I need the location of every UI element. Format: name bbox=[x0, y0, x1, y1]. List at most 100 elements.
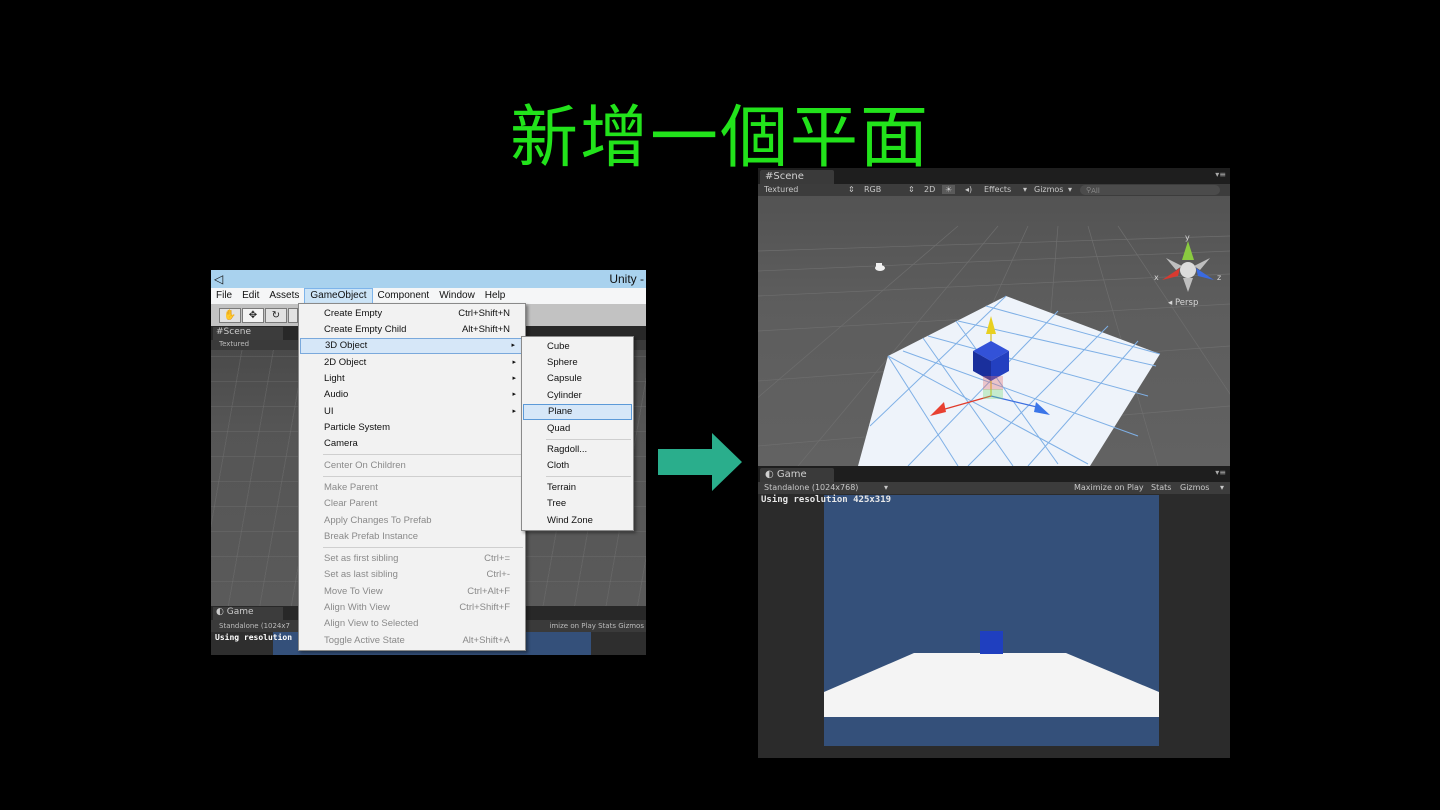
menu-item-label: Align View to Selected bbox=[324, 618, 419, 629]
scene-orientation-gizmo[interactable]: y x z bbox=[1154, 233, 1221, 292]
menu-separator bbox=[323, 476, 523, 477]
2d-toggle[interactable]: 2D bbox=[924, 185, 935, 194]
game-view[interactable]: Using resolution 425x319 bbox=[758, 494, 1230, 758]
scene-tab[interactable]: #Scene bbox=[213, 327, 283, 340]
menu-item-label: Create Empty bbox=[324, 308, 383, 319]
menu-item-audio[interactable]: Audio ▸ bbox=[300, 387, 524, 403]
gizmo-z-label: z bbox=[1217, 273, 1221, 282]
submenu-item-cloth[interactable]: Cloth bbox=[523, 458, 632, 474]
game-aspect-select[interactable]: Standalone (1024x768) bbox=[764, 483, 858, 492]
submenu-item-terrain[interactable]: Terrain bbox=[523, 480, 632, 496]
menu-item-2d-object[interactable]: 2D Object ▸ bbox=[300, 355, 524, 371]
menu-item-make-parent[interactable]: Make Parent bbox=[300, 480, 524, 496]
menu-component[interactable]: Component bbox=[373, 288, 435, 304]
menu-item-label: Toggle Active State bbox=[324, 635, 405, 646]
gizmo-x-label: x bbox=[1154, 273, 1159, 282]
menu-item-set-last-sibling[interactable]: Set as last sibling Ctrl+- bbox=[300, 567, 524, 583]
game-toolbar: Standalone (1024x768) ▾ Maximize on Play… bbox=[758, 482, 1230, 494]
menu-item-label: Particle System bbox=[324, 422, 390, 433]
menu-item-camera[interactable]: Camera bbox=[300, 436, 524, 452]
menu-item-label: Camera bbox=[324, 438, 358, 449]
gizmo-y-label: y bbox=[1185, 233, 1190, 242]
menu-item-light[interactable]: Light ▸ bbox=[300, 371, 524, 387]
scene-tab-row: #Scene ▾≡ bbox=[758, 168, 1230, 184]
menu-window[interactable]: Window bbox=[434, 288, 480, 304]
game-toolbar-right: imize on Play Stats Gizmos bbox=[549, 622, 644, 630]
game-tab[interactable]: ◐ Game bbox=[213, 607, 283, 620]
menu-item-shortcut: Ctrl+Shift+F bbox=[459, 602, 510, 613]
submenu-item-wind-zone[interactable]: Wind Zone bbox=[523, 513, 632, 529]
submenu-item-tree[interactable]: Tree bbox=[523, 496, 632, 512]
submenu-item-capsule[interactable]: Capsule bbox=[523, 371, 632, 387]
rotate-tool-icon[interactable]: ↻ bbox=[265, 308, 287, 323]
projection-label[interactable]: ◂ Persp bbox=[1168, 298, 1198, 308]
effects-dropdown[interactable]: Effects bbox=[984, 185, 1011, 194]
cube-in-game bbox=[980, 631, 1003, 654]
panel-options-icon[interactable]: ▾≡ bbox=[1215, 468, 1226, 477]
projection-label-text: Persp bbox=[1175, 298, 1198, 308]
menu-item-center-on-children[interactable]: Center On Children bbox=[300, 458, 524, 474]
game-tab[interactable]: ◐ Game bbox=[760, 468, 834, 482]
directional-light-icon[interactable] bbox=[875, 263, 885, 271]
unity-editor-menu-screenshot: ◁ Unity - File Edit Assets GameObject Co… bbox=[211, 270, 646, 655]
menu-edit[interactable]: Edit bbox=[237, 288, 264, 304]
game-aspect-select[interactable]: Standalone (1024x7 bbox=[219, 622, 290, 630]
submenu-arrow-icon: ▸ bbox=[512, 391, 516, 398]
menu-item-ui[interactable]: UI ▸ bbox=[300, 404, 524, 420]
plane-in-game bbox=[824, 653, 1159, 717]
move-tool-icon[interactable]: ✥ bbox=[242, 308, 264, 323]
menu-item-create-empty[interactable]: Create Empty Ctrl+Shift+N bbox=[300, 306, 524, 322]
menu-help[interactable]: Help bbox=[480, 288, 511, 304]
draw-mode-select[interactable]: Textured bbox=[764, 185, 798, 194]
menu-item-move-to-view[interactable]: Move To View Ctrl+Alt+F bbox=[300, 584, 524, 600]
menu-assets[interactable]: Assets bbox=[264, 288, 304, 304]
menu-item-3d-object[interactable]: 3D Object ▸ bbox=[300, 338, 524, 354]
gizmos-dropdown[interactable]: Gizmos bbox=[1034, 185, 1063, 194]
menu-item-label: Audio bbox=[324, 389, 349, 400]
scale-tool-icon[interactable] bbox=[288, 308, 298, 323]
scene-view[interactable]: y x z ◂ Persp bbox=[758, 196, 1230, 466]
cube-selection-outline bbox=[983, 389, 1003, 399]
render-mode-select[interactable]: RGB bbox=[864, 185, 881, 194]
menu-item-apply-changes-to-prefab[interactable]: Apply Changes To Prefab bbox=[300, 513, 524, 529]
submenu-item-plane[interactable]: Plane bbox=[523, 404, 632, 420]
hand-tool-icon[interactable]: ✋ bbox=[219, 308, 241, 323]
submenu-item-ragdoll[interactable]: Ragdoll... bbox=[523, 442, 632, 458]
menu-item-label: Set as first sibling bbox=[324, 553, 399, 564]
window-titlebar: ◁ Unity - bbox=[211, 270, 646, 288]
menubar: File Edit Assets GameObject Component Wi… bbox=[211, 288, 646, 304]
scene-tab[interactable]: #Scene bbox=[760, 170, 834, 184]
menu-item-set-first-sibling[interactable]: Set as first sibling Ctrl+= bbox=[300, 551, 524, 567]
menu-separator bbox=[323, 454, 523, 455]
menu-item-particle-system[interactable]: Particle System bbox=[300, 420, 524, 436]
audio-toggle-icon[interactable]: ◂) bbox=[965, 185, 972, 194]
menu-item-align-with-view[interactable]: Align With View Ctrl+Shift+F bbox=[300, 600, 524, 616]
menu-item-break-prefab-instance[interactable]: Break Prefab Instance bbox=[300, 529, 524, 545]
right-arrow-icon bbox=[658, 433, 742, 491]
lighting-toggle-icon[interactable]: ☀ bbox=[942, 185, 956, 194]
menu-item-shortcut: Alt+Shift+A bbox=[462, 635, 510, 646]
menu-item-label: UI bbox=[324, 406, 334, 417]
menu-item-align-view-to-selected[interactable]: Align View to Selected bbox=[300, 616, 524, 632]
menu-item-clear-parent[interactable]: Clear Parent bbox=[300, 496, 524, 512]
dropdown-arrow-icon: ▾ bbox=[1068, 185, 1073, 194]
game-scene-render bbox=[824, 631, 1159, 717]
menu-file[interactable]: File bbox=[211, 288, 237, 304]
submenu-arrow-icon: ▸ bbox=[512, 375, 516, 382]
submenu-item-sphere[interactable]: Sphere bbox=[523, 355, 632, 371]
resolution-text: Using resolution bbox=[215, 633, 293, 642]
maximize-on-play-toggle[interactable]: Maximize on Play bbox=[1074, 483, 1144, 492]
submenu-item-cylinder[interactable]: Cylinder bbox=[523, 388, 632, 404]
menu-separator bbox=[546, 476, 631, 477]
menu-gameobject[interactable]: GameObject bbox=[304, 288, 373, 304]
panel-options-icon[interactable]: ▾≡ bbox=[1215, 170, 1226, 179]
submenu-item-cube[interactable]: Cube bbox=[523, 339, 632, 355]
menu-item-label: 2D Object bbox=[324, 357, 367, 368]
submenu-item-quad[interactable]: Quad bbox=[523, 421, 632, 437]
scene-tab-label: Scene bbox=[223, 327, 251, 337]
stats-toggle[interactable]: Stats bbox=[1151, 483, 1171, 492]
hierarchy-search-input[interactable]: ⚲ All bbox=[1080, 185, 1220, 195]
menu-item-toggle-active-state[interactable]: Toggle Active State Alt+Shift+A bbox=[300, 633, 524, 649]
menu-item-create-empty-child[interactable]: Create Empty Child Alt+Shift+N bbox=[300, 322, 524, 338]
game-gizmos-dropdown[interactable]: Gizmos bbox=[1180, 483, 1209, 492]
